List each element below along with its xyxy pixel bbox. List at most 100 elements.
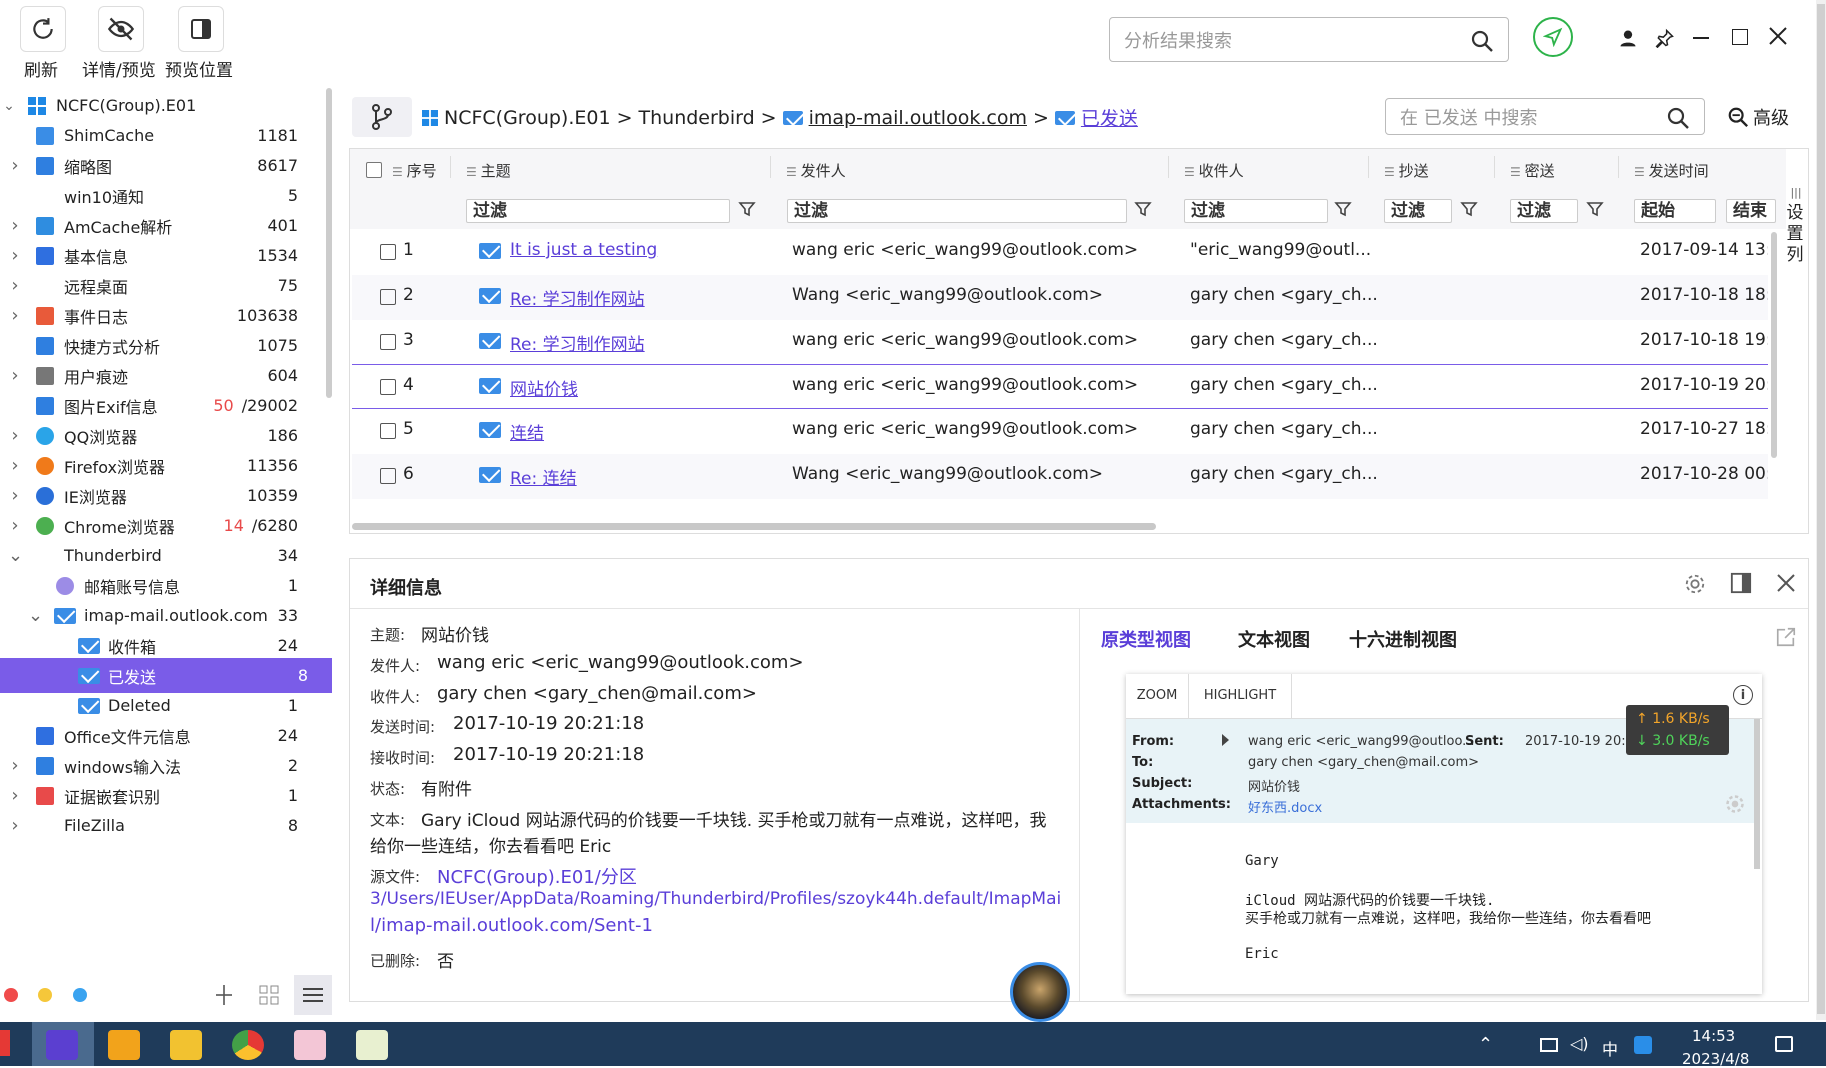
close-icon[interactable] (1777, 574, 1795, 592)
list-view-button[interactable] (294, 975, 332, 1015)
table-scrollbar-h[interactable] (352, 523, 1156, 530)
results-search-input[interactable]: 分析结果搜索 (1109, 17, 1509, 62)
col-to[interactable]: ☰ 收件人 (1184, 160, 1244, 181)
taskbar-app-anime[interactable] (294, 1030, 326, 1060)
details-preview-button[interactable] (98, 6, 144, 52)
taskbar-start-fragment[interactable] (0, 1030, 10, 1056)
app-scrollbar-thumb[interactable] (1817, 4, 1825, 1014)
chevron-right-icon[interactable]: › (8, 305, 22, 326)
chevron-right-icon[interactable]: › (8, 515, 22, 536)
chevron-right-icon[interactable]: › (8, 815, 22, 836)
taskbar-app-chart[interactable] (356, 1030, 388, 1060)
chrome-icon[interactable] (232, 1030, 264, 1060)
clock-time[interactable]: 14:53 (1692, 1027, 1735, 1045)
source-value-line3[interactable]: l/imap-mail.outlook.com/Sent-1 (370, 915, 653, 936)
filter-icon[interactable] (1586, 200, 1604, 218)
panel-right-icon[interactable] (1730, 572, 1752, 594)
breadcrumb-root[interactable]: NCFC(Group).E01 (444, 107, 611, 129)
col-from[interactable]: ☰ 发件人 (786, 160, 846, 181)
chevron-right-icon[interactable]: › (8, 485, 22, 506)
network-icon[interactable] (1540, 1038, 1558, 1052)
volume-icon[interactable]: ◁) (1570, 1034, 1589, 1053)
search-icon[interactable] (1470, 29, 1494, 53)
chevron-right-icon[interactable]: › (8, 215, 22, 236)
advanced-search-button[interactable]: 高级 (1727, 104, 1789, 130)
external-link-icon[interactable] (1775, 626, 1797, 648)
close-window-icon[interactable] (1769, 27, 1787, 45)
select-all-checkbox[interactable] (366, 162, 382, 178)
preview-scrollbar[interactable] (1754, 719, 1760, 869)
column-separator[interactable] (1168, 156, 1169, 178)
column-separator[interactable] (770, 156, 771, 178)
taskbar-tray-chevron[interactable]: ⌃ (1478, 1034, 1493, 1055)
tab-text-view[interactable]: 文本视图 (1238, 626, 1310, 652)
search-icon[interactable] (1666, 106, 1690, 130)
highlight-button[interactable]: HIGHLIGHT (1189, 674, 1292, 718)
clock-date[interactable]: 2023/4/8 (1682, 1050, 1749, 1068)
table-row[interactable]: 5 连结 wang eric <eric_wang99@outlook.com> ga… (352, 409, 1768, 454)
chevron-right-icon[interactable]: › (8, 425, 22, 446)
filter-icon[interactable] (738, 200, 756, 218)
filter-input[interactable]: 过滤 (1510, 199, 1578, 223)
branch-button[interactable] (352, 97, 412, 137)
tree-scrollbar[interactable] (326, 88, 332, 398)
row-checkbox[interactable] (380, 468, 396, 484)
row-checkbox[interactable] (380, 379, 396, 395)
filter-input[interactable]: 过滤 (1384, 199, 1452, 223)
minimize-button[interactable] (1693, 37, 1709, 39)
filter-icon[interactable] (1334, 200, 1352, 218)
filter-input[interactable]: 结束 (1726, 199, 1776, 223)
refresh-button[interactable] (20, 6, 66, 52)
filter-icon[interactable] (1460, 200, 1478, 218)
row-subject-link[interactable]: It is just a testing (510, 240, 657, 260)
pv-attachment-link[interactable]: 好东西.docx (1248, 797, 1322, 816)
qq-tray-icon[interactable] (1634, 1036, 1652, 1054)
preview-position-button[interactable] (178, 6, 224, 52)
info-icon[interactable]: i (1733, 685, 1753, 705)
filter-input[interactable]: 过滤 (787, 199, 1127, 223)
zoom-button[interactable]: ZOOM (1126, 674, 1189, 718)
row-subject-link[interactable]: Re: 连结 (510, 464, 577, 489)
row-subject-link[interactable]: Re: 学习制作网站 (510, 285, 645, 310)
tab-hex-view[interactable]: 十六进制视图 (1349, 626, 1457, 652)
table-row[interactable]: 6 Re: 连结 Wang <eric_wang99@outlook.com> gar… (352, 454, 1768, 499)
pin-icon[interactable] (1655, 28, 1675, 48)
row-subject-link[interactable]: 连结 (510, 419, 544, 444)
chevron-down-icon[interactable]: ⌄ (28, 605, 43, 626)
row-subject-link[interactable]: 网站价钱 (510, 375, 578, 400)
taskbar-app-notes[interactable] (170, 1030, 202, 1060)
table-row[interactable]: 3 Re: 学习制作网站 wang eric <eric_wang99@outloo… (352, 320, 1768, 365)
settings-columns-button[interactable]: ||| 设置列 (1786, 182, 1806, 266)
table-row[interactable]: 4 网站价钱 wang eric <eric_wang99@outlook.com>… (352, 364, 1768, 409)
breadcrumb-account[interactable]: imap-mail.outlook.com (809, 107, 1027, 129)
col-sent-time[interactable]: ☰ 发送时间 (1634, 160, 1709, 181)
chevron-right-icon[interactable]: › (8, 155, 22, 176)
chevron-right-icon[interactable]: › (8, 455, 22, 476)
breadcrumb-thunderbird[interactable]: Thunderbird (639, 107, 755, 129)
table-row[interactable]: 1 It is just a testing wang eric <eric_wan… (352, 230, 1768, 275)
filter-input[interactable]: 起始 (1634, 199, 1716, 223)
tree-item-filezilla[interactable]: › FileZilla 8 (0, 808, 322, 843)
taskbar-app-forensics[interactable] (46, 1030, 78, 1060)
gear-icon[interactable] (1725, 794, 1745, 814)
maximize-button[interactable] (1732, 29, 1748, 45)
chevron-down-icon[interactable]: ⌄ (2, 98, 16, 114)
column-separator[interactable] (1368, 156, 1369, 178)
column-separator[interactable] (450, 156, 451, 178)
ime-indicator[interactable]: 中 (1602, 1036, 1618, 1060)
table-scrollbar-v[interactable] (1771, 232, 1777, 458)
tab-original-view[interactable]: 原类型视图 (1101, 626, 1191, 652)
row-checkbox[interactable] (380, 334, 396, 350)
gear-icon[interactable] (1684, 573, 1706, 595)
filter-input[interactable]: 过滤 (466, 199, 730, 223)
chevron-right-icon[interactable]: › (8, 365, 22, 386)
taskbar-app-files[interactable] (108, 1030, 140, 1060)
col-subject[interactable]: ☰ 主题 (466, 160, 511, 181)
caret-right-icon[interactable] (1222, 734, 1229, 746)
row-checkbox[interactable] (380, 423, 396, 439)
chevron-down-icon[interactable]: ⌄ (8, 545, 23, 566)
filter-icon[interactable] (1134, 200, 1152, 218)
grid-view-icon[interactable] (259, 985, 279, 1005)
chevron-right-icon[interactable]: › (8, 275, 22, 296)
column-separator[interactable] (1494, 156, 1495, 178)
